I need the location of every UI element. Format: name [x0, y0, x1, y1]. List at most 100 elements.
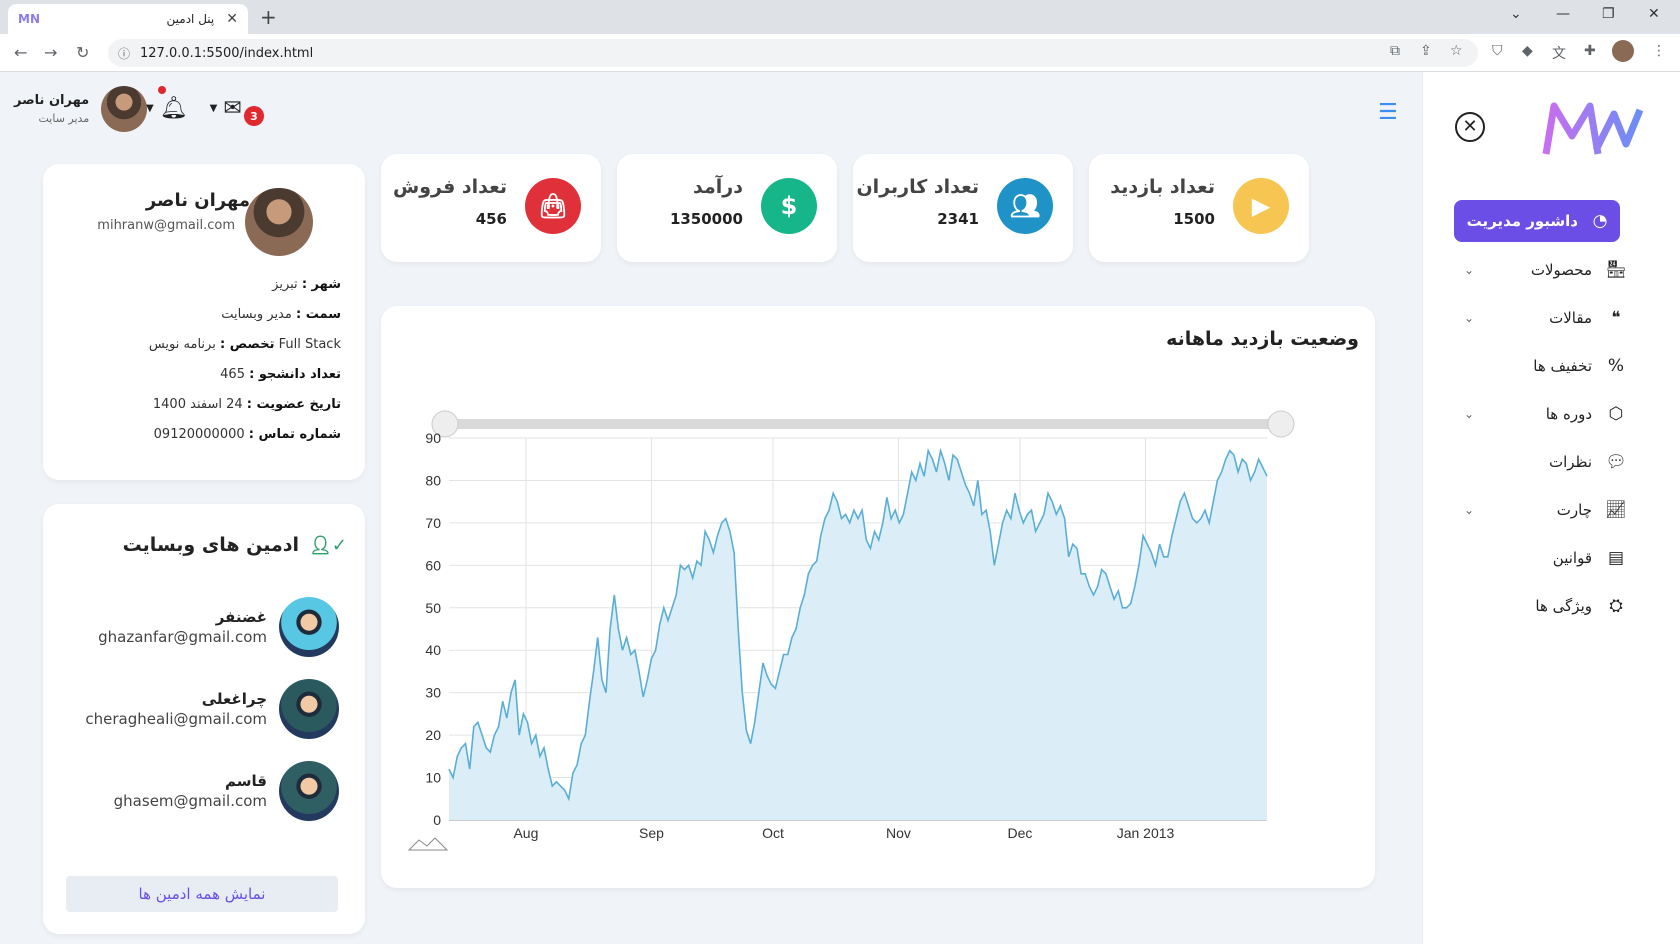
new-tab-button[interactable]: + — [260, 5, 277, 29]
share-icon[interactable]: ⇪ — [1420, 43, 1432, 59]
mail-icon[interactable]: ✉ — [223, 96, 241, 121]
sidebar-item-8[interactable]: ویژگی ها ⛭ — [1422, 582, 1680, 630]
close-window-icon[interactable]: ✕ — [1648, 6, 1660, 22]
sidebar-item-2[interactable]: ⌄ مقالات ❝ — [1422, 294, 1680, 342]
chevron-down-icon[interactable]: ⌄ — [1464, 503, 1474, 517]
header-user-name: مهران ناصر — [14, 93, 90, 108]
play-icon: ▶ — [1233, 178, 1289, 234]
profile-email: mihranw@gmail.com — [97, 218, 235, 233]
sidebar-item-label: داشبور مدیریت — [1466, 212, 1578, 230]
stat-card: تعداد بازدید 1500 ▶ — [1089, 154, 1309, 262]
back-icon[interactable]: ← — [14, 43, 27, 62]
admins-card: ادمین های وبسایت 👤︎✓ غضنفر ghazanfar@gmai… — [43, 504, 365, 934]
browser-tab[interactable]: MN پنل ادمین ✕ — [8, 4, 248, 34]
admin-name: قاسم — [225, 772, 267, 790]
sidebar-item-1[interactable]: ⌄ محصولات 🏪︎ — [1422, 246, 1680, 294]
tab-search-icon[interactable]: ⌄ — [1510, 6, 1522, 22]
shield-extension-icon[interactable]: ⛉ — [1492, 43, 1503, 59]
range-slider-handle[interactable] — [1267, 410, 1295, 438]
document-icon: ▤ — [1607, 548, 1625, 568]
stat-label: تعداد کاربران — [856, 176, 979, 198]
translate-extension-icon[interactable]: 文 — [1552, 43, 1566, 63]
sidebar-menu: داشبور مدیریت ◔ ⌄ محصولات 🏪︎ ⌄ مقالات ❝ تخفیف ها… — [1422, 200, 1680, 630]
extension-icon[interactable]: ◆ — [1522, 43, 1533, 59]
sidebar-item-5[interactable]: نظرات 💬︎ — [1422, 438, 1680, 486]
profile-field-value: 09120000000 — [153, 427, 245, 442]
admin-item[interactable]: قاسم ghasem@gmail.com — [69, 760, 339, 822]
chevron-down-icon[interactable]: ⌄ — [1464, 263, 1474, 277]
hamburger-menu-icon[interactable]: ☰ — [1378, 100, 1398, 125]
x-tick-label: Nov — [886, 825, 911, 841]
profile-field: تاریخ عضویت : 24 اسفند 1400 — [149, 390, 341, 420]
profile-field-key: سمت : — [296, 307, 341, 322]
minimize-icon[interactable]: — — [1556, 6, 1570, 22]
profile-field-value: 24 اسفند 1400 — [152, 397, 243, 412]
translate-icon[interactable]: ⧉ — [1390, 43, 1400, 59]
profile-field-key: تخصص : — [219, 337, 275, 352]
chevron-down-icon[interactable]: ⌄ — [1464, 407, 1474, 421]
quote-icon: ❝ — [1611, 308, 1621, 328]
profile-field-value: مدیر وبسایت — [221, 307, 292, 322]
show-all-admins-button[interactable]: نمایش همه ادمین ها — [66, 876, 338, 912]
stat-value: 1350000 — [669, 210, 743, 228]
comment-icon: 💬︎ — [1605, 452, 1627, 472]
sidebar-item-label: قوانین — [1552, 549, 1592, 567]
sidebar-item-label: مقالات — [1549, 309, 1592, 327]
user-dropdown-caret-icon[interactable]: ▼ — [146, 103, 154, 114]
profile-avatar — [245, 188, 313, 256]
close-sidebar-button[interactable]: ✕ — [1455, 112, 1485, 142]
user-check-icon: 👤︎✓ — [309, 534, 347, 556]
x-tick-label: Aug — [513, 825, 538, 841]
box-icon: ⬡ — [1608, 404, 1624, 424]
site-info-icon[interactable]: ⓘ — [118, 45, 130, 62]
chart-svg: 0 10 20 30 40 50 60 70 80 90 Aug Sep Oct Nov Dec Jan 20… — [407, 410, 1295, 851]
sidebar-item-label: محصولات — [1530, 261, 1592, 279]
profile-card: مهران ناصر mihranw@gmail.com شهر : تبریز… — [43, 164, 365, 480]
forward-icon[interactable]: → — [44, 43, 57, 62]
range-slider-track[interactable] — [445, 419, 1281, 429]
header-avatar[interactable] — [101, 86, 148, 132]
url-field[interactable]: ⓘ 127.0.0.1:5500/index.html — [108, 39, 1478, 67]
notifications-caret-icon[interactable]: ▼ — [210, 103, 218, 114]
chevron-down-icon[interactable]: ⌄ — [1464, 311, 1474, 325]
sidebar-item-4[interactable]: ⌄ دوره ها ⬡ — [1422, 390, 1680, 438]
sidebar-item-label: ویژگی ها — [1535, 597, 1592, 615]
stat-value: 456 — [475, 210, 507, 228]
header-user[interactable]: مهران ناصر مدیر سایت — [14, 86, 148, 132]
stat-label: درآمد — [693, 176, 743, 198]
lifebuoy-icon: ⛭ — [1609, 596, 1623, 616]
y-tick-label: 70 — [425, 515, 441, 531]
bell-icon[interactable]: 🔔︎ — [160, 96, 188, 121]
sidebar-item-label: نظرات — [1548, 453, 1592, 471]
bookmark-star-icon[interactable]: ☆ — [1450, 43, 1463, 59]
stat-card: تعداد کاربران 2341 👥︎ — [853, 154, 1073, 262]
profile-avatar-icon[interactable] — [1612, 40, 1634, 62]
y-tick-label: 60 — [425, 557, 441, 573]
close-tab-icon[interactable]: ✕ — [226, 11, 238, 27]
profile-field: شماره تماس : 09120000000 — [149, 420, 341, 450]
sidebar-item-3[interactable]: تخفیف ها% — [1422, 342, 1680, 390]
navigator-icon — [407, 837, 449, 851]
dashboard-icon: ◔ — [1592, 211, 1608, 231]
stat-card: تعداد فروش 456 👜︎ — [381, 154, 601, 262]
stat-value: 1500 — [1173, 210, 1215, 228]
sidebar-item-7[interactable]: قوانین ▤ — [1422, 534, 1680, 582]
admin-item[interactable]: چراغعلی cheragheali@gmail.com — [69, 678, 339, 740]
y-tick-label: 80 — [425, 472, 441, 488]
admin-email: ghazanfar@gmail.com — [98, 628, 267, 646]
users-icon: 👥︎ — [997, 178, 1053, 234]
profile-field: شهر : تبریز — [149, 270, 341, 300]
more-menu-icon[interactable]: ⋮ — [1652, 43, 1666, 59]
profile-field-key: شماره تماس : — [248, 427, 341, 442]
admin-avatar — [279, 679, 339, 739]
restore-icon[interactable]: ❐ — [1602, 6, 1615, 22]
sidebar-item-6[interactable]: ⌄ چارت 📈︎ — [1422, 486, 1680, 534]
admin-item[interactable]: غضنفر ghazanfar@gmail.com — [69, 596, 339, 658]
profile-field: سمت : مدیر وبسایت — [149, 300, 341, 330]
y-tick-label: 90 — [425, 430, 441, 446]
sidebar-item-0[interactable]: داشبور مدیریت ◔ — [1454, 200, 1620, 242]
stat-card: درآمد 1350000 $ — [617, 154, 837, 262]
puzzle-icon[interactable]: ✚ — [1584, 43, 1596, 59]
reload-icon[interactable]: ↻ — [76, 43, 89, 62]
x-tick-label: Oct — [762, 825, 784, 841]
